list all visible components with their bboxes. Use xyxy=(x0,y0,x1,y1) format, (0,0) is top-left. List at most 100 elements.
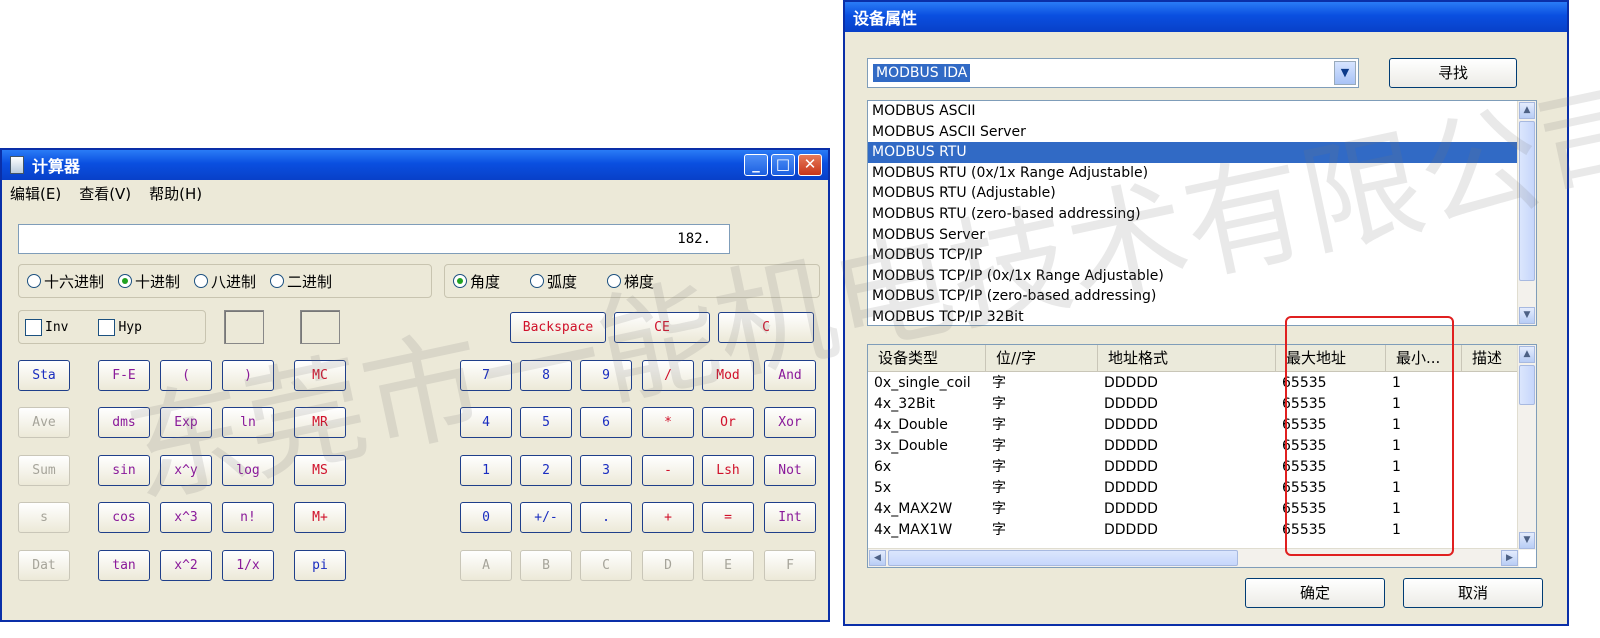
radio-hex[interactable]: 十六进制 xyxy=(27,271,104,292)
table-vscrollbar[interactable]: ▲ ▼ xyxy=(1517,345,1536,550)
memory-key-1[interactable]: MR xyxy=(294,407,346,438)
scroll-up-icon[interactable]: ▲ xyxy=(1519,346,1535,363)
number-key-2-3[interactable]: - xyxy=(642,455,694,486)
function-key-1-2[interactable]: ln xyxy=(222,407,274,438)
checkbox-hyp[interactable]: Hyp xyxy=(98,318,142,336)
function-key-3-0[interactable]: cos xyxy=(98,502,150,533)
scroll-right-icon[interactable]: ▶ xyxy=(1501,550,1518,566)
number-key-1-1[interactable]: 5 xyxy=(520,407,572,438)
number-key-1-3[interactable]: * xyxy=(642,407,694,438)
dialog-titlebar[interactable]: 设备属性 xyxy=(845,2,1567,32)
radio-radian[interactable]: 弧度 xyxy=(530,271,577,292)
number-key-2-4[interactable]: Lsh xyxy=(702,455,754,486)
minimize-icon[interactable]: _ xyxy=(744,154,768,176)
function-key-2-0[interactable]: sin xyxy=(98,455,150,486)
function-key-0-2[interactable]: ) xyxy=(222,360,274,391)
number-key-4-0[interactable]: A xyxy=(460,550,512,581)
number-key-2-5[interactable]: Not xyxy=(764,455,816,486)
number-key-3-5[interactable]: Int xyxy=(764,502,816,533)
menu-help[interactable]: 帮助(H) xyxy=(149,183,202,204)
number-key-4-1[interactable]: B xyxy=(520,550,572,581)
number-key-3-2[interactable]: . xyxy=(580,502,632,533)
checkbox-inv[interactable]: Inv xyxy=(25,318,68,336)
stat-key-0[interactable]: Sta xyxy=(18,360,70,391)
number-key-4-2[interactable]: C xyxy=(580,550,632,581)
function-key-0-0[interactable]: F-E xyxy=(98,360,150,391)
menu-edit[interactable]: 编辑(E) xyxy=(10,183,61,204)
protocol-listbox[interactable]: MODBUS ASCII MODBUS ASCII Server MODBUS RT… xyxy=(867,100,1537,326)
scroll-down-icon[interactable]: ▼ xyxy=(1519,307,1535,324)
function-key-4-1[interactable]: x^2 xyxy=(160,550,212,581)
number-key-0-5[interactable]: And xyxy=(764,360,816,391)
scroll-thumb[interactable] xyxy=(888,550,1238,566)
function-key-0-1[interactable]: ( xyxy=(160,360,212,391)
function-key-3-2[interactable]: n! xyxy=(222,502,274,533)
number-key-0-1[interactable]: 8 xyxy=(520,360,572,391)
number-key-1-4[interactable]: Or xyxy=(702,407,754,438)
number-key-2-1[interactable]: 2 xyxy=(520,455,572,486)
number-key-4-3[interactable]: D xyxy=(642,550,694,581)
memory-key-0[interactable]: MC xyxy=(294,360,346,391)
memory-key-3[interactable]: M+ xyxy=(294,502,346,533)
cancel-button[interactable]: 取消 xyxy=(1403,578,1543,608)
function-key-1-0[interactable]: dms xyxy=(98,407,150,438)
maximize-icon[interactable]: □ xyxy=(771,154,795,176)
stat-key-4[interactable]: Dat xyxy=(18,550,70,581)
number-key-3-0[interactable]: 0 xyxy=(460,502,512,533)
scroll-thumb[interactable] xyxy=(1519,121,1535,281)
list-item[interactable]: MODBUS ASCII xyxy=(868,101,1536,122)
function-key-1-1[interactable]: Exp xyxy=(160,407,212,438)
find-button[interactable]: 寻找 xyxy=(1389,58,1517,88)
function-key-2-2[interactable]: log xyxy=(222,455,274,486)
list-item[interactable]: MODBUS Server xyxy=(868,225,1536,246)
memory-key-2[interactable]: MS xyxy=(294,455,346,486)
number-key-3-1[interactable]: +/- xyxy=(520,502,572,533)
scroll-up-icon[interactable]: ▲ xyxy=(1519,102,1535,119)
list-item[interactable]: MODBUS RTU xyxy=(868,142,1536,163)
column-header[interactable]: 位//字 xyxy=(986,345,1098,371)
stat-key-2[interactable]: Sum xyxy=(18,455,70,486)
number-key-3-3[interactable]: + xyxy=(642,502,694,533)
number-key-1-5[interactable]: Xor xyxy=(764,407,816,438)
chevron-down-icon[interactable]: ▼ xyxy=(1334,61,1356,85)
number-key-4-5[interactable]: F xyxy=(764,550,816,581)
list-item[interactable]: MODBUS TCP/IP (zero-based addressing) xyxy=(868,286,1536,307)
list-item[interactable]: MODBUS RTU (0x/1x Range Adjustable) xyxy=(868,163,1536,184)
list-item[interactable]: MODBUS RTU (zero-based addressing) xyxy=(868,204,1536,225)
ok-button[interactable]: 确定 xyxy=(1245,578,1385,608)
c-button[interactable]: C xyxy=(718,312,814,343)
function-key-4-0[interactable]: tan xyxy=(98,550,150,581)
radio-grad[interactable]: 梯度 xyxy=(607,271,654,292)
scroll-thumb[interactable] xyxy=(1519,365,1535,405)
number-key-0-3[interactable]: / xyxy=(642,360,694,391)
column-header[interactable]: 设备类型 xyxy=(868,345,986,371)
column-header[interactable]: 描述 xyxy=(1462,345,1519,371)
number-key-3-4[interactable]: = xyxy=(702,502,754,533)
protocol-combo[interactable]: MODBUS IDA ▼ xyxy=(867,58,1359,88)
stat-key-3[interactable]: s xyxy=(18,502,70,533)
close-icon[interactable]: ✕ xyxy=(798,154,822,176)
memory-key-4[interactable]: pi xyxy=(294,550,346,581)
radio-dec[interactable]: 十进制 xyxy=(118,271,180,292)
number-key-2-2[interactable]: 3 xyxy=(580,455,632,486)
ce-button[interactable]: CE xyxy=(614,312,710,343)
number-key-0-2[interactable]: 9 xyxy=(580,360,632,391)
scroll-down-icon[interactable]: ▼ xyxy=(1519,532,1535,549)
number-key-0-0[interactable]: 7 xyxy=(460,360,512,391)
radio-oct[interactable]: 八进制 xyxy=(194,271,256,292)
function-key-3-1[interactable]: x^3 xyxy=(160,502,212,533)
number-key-0-4[interactable]: Mod xyxy=(702,360,754,391)
list-item[interactable]: MODBUS TCP/IP xyxy=(868,245,1536,266)
list-item[interactable]: MODBUS TCP/IP (0x/1x Range Adjustable) xyxy=(868,266,1536,287)
calculator-titlebar[interactable]: 计算器 _ □ ✕ xyxy=(2,150,828,180)
stat-key-1[interactable]: Ave xyxy=(18,407,70,438)
number-key-4-4[interactable]: E xyxy=(702,550,754,581)
number-key-2-0[interactable]: 1 xyxy=(460,455,512,486)
list-scrollbar[interactable]: ▲ ▼ xyxy=(1517,101,1536,325)
number-key-1-2[interactable]: 6 xyxy=(580,407,632,438)
list-item[interactable]: MODBUS ASCII Server xyxy=(868,122,1536,143)
list-item[interactable]: MODBUS RTU (Adjustable) xyxy=(868,183,1536,204)
number-key-1-0[interactable]: 4 xyxy=(460,407,512,438)
function-key-4-2[interactable]: 1/x xyxy=(222,550,274,581)
radio-bin[interactable]: 二进制 xyxy=(270,271,332,292)
